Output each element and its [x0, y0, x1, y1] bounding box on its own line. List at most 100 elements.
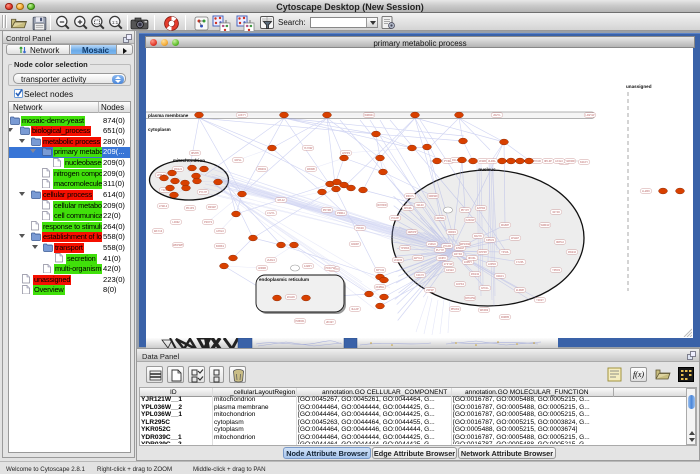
svg-text:23P1P: 23P1P — [426, 288, 434, 292]
svg-text:K01Y0: K01Y0 — [416, 273, 424, 277]
svg-text:32Y03: 32Y03 — [552, 210, 560, 214]
svg-text:021RP: 021RP — [351, 242, 359, 246]
svg-text:0P2PK: 0P2PK — [191, 151, 199, 155]
svg-text:R3KYL: R3KYL — [406, 194, 415, 198]
svg-text:1PL12: 1PL12 — [277, 198, 285, 202]
svg-text:KPY32: KPY32 — [376, 268, 385, 272]
svg-text:endoplasmic reticulum: endoplasmic reticulum — [259, 277, 309, 282]
svg-text:P0YR0: P0YR0 — [323, 208, 332, 212]
svg-text:1R0RK: 1R0RK — [307, 167, 316, 171]
svg-text:L0KYY: L0KYY — [238, 113, 246, 117]
svg-text:PYLYP: PYLYP — [199, 190, 207, 194]
svg-text:R0YRW: R0YRW — [377, 203, 387, 207]
svg-text:1RYK0: 1RYK0 — [454, 252, 463, 256]
svg-text:LP0L3: LP0L3 — [216, 229, 224, 233]
svg-text:K02YK: K02YK — [474, 234, 482, 238]
svg-text:1WKPP: 1WKPP — [407, 230, 416, 234]
svg-text:K21KY: K21KY — [580, 160, 588, 164]
svg-text:WRKR1: WRKR1 — [364, 113, 374, 117]
svg-text:LPPP2: LPPP2 — [342, 151, 351, 155]
svg-text:1:1: 1:1 — [112, 20, 119, 25]
svg-text:1KPK2: 1KPK2 — [456, 282, 465, 286]
svg-text:22PW0: 22PW0 — [477, 206, 486, 210]
svg-text:21RLK: 21RLK — [428, 242, 436, 246]
svg-text:00R33: 00R33 — [448, 230, 456, 234]
svg-text:3LRKL: 3LRKL — [488, 159, 496, 163]
svg-text:mitochondrion: mitochondrion — [173, 158, 205, 163]
svg-text:0W001: 0W001 — [258, 167, 267, 171]
svg-text:0K2RP: 0K2RP — [501, 223, 509, 227]
svg-text:KP033: KP033 — [486, 238, 494, 242]
svg-text:YLY0W: YLY0W — [304, 146, 313, 150]
svg-text:LR2YW: LR2YW — [586, 113, 595, 117]
svg-text:WP1WW: WP1WW — [460, 242, 471, 246]
svg-text:3W132: 3W132 — [471, 272, 480, 276]
svg-text:1Y2PL: 1Y2PL — [516, 260, 524, 264]
svg-text:021R1: 021R1 — [496, 274, 504, 278]
svg-text:WKPWP: WKPWP — [173, 243, 183, 247]
svg-text:KPPRY: KPPRY — [479, 250, 488, 254]
svg-text:0RPL0: 0RPL0 — [556, 240, 564, 244]
svg-text:LW3WL: LW3WL — [435, 216, 445, 220]
svg-text:0W210: 0W210 — [568, 250, 577, 254]
svg-text:W111P: W111P — [511, 236, 519, 240]
svg-text:2K32Y: 2K32Y — [326, 320, 334, 324]
svg-text:0PKRL: 0PKRL — [404, 206, 413, 210]
svg-text:0K0KL: 0K0KL — [468, 256, 476, 260]
svg-text:P33Y3: P33Y3 — [204, 220, 212, 224]
svg-text:L0332: L0332 — [172, 220, 180, 224]
svg-text:PPLW2: PPLW2 — [451, 307, 460, 311]
svg-text:LK3L3: LK3L3 — [555, 159, 563, 163]
svg-text:PR011: PR011 — [337, 211, 345, 215]
svg-text:W0R1R: W0R1R — [540, 223, 549, 227]
svg-text:plasma membrane: plasma membrane — [148, 113, 189, 118]
svg-text:cytoplasm: cytoplasm — [148, 127, 171, 132]
svg-text:YP13L: YP13L — [501, 250, 509, 254]
svg-text:0Y1PP: 0Y1PP — [391, 216, 399, 220]
svg-text:32R0R: 32R0R — [258, 266, 266, 270]
svg-text:PKY0Y: PKY0Y — [461, 208, 470, 212]
svg-text:KPKWW: KPKWW — [465, 296, 476, 300]
svg-text:2KRWL: 2KRWL — [376, 285, 385, 289]
svg-text:YKWYW: YKWYW — [325, 266, 336, 270]
svg-text:2WYLK: 2WYLK — [414, 256, 423, 260]
svg-text:PWKR1: PWKR1 — [295, 319, 305, 323]
svg-text:2LRL3: 2LRL3 — [267, 258, 275, 262]
svg-text:LKW20: LKW20 — [394, 258, 403, 262]
svg-text:YW20W: YW20W — [565, 159, 575, 163]
svg-text:10PRY: 10PRY — [464, 260, 472, 264]
svg-text:K2K0W: K2K0W — [466, 218, 475, 222]
svg-text:Y301Y: Y301Y — [536, 298, 544, 302]
svg-text:103P0: 103P0 — [438, 256, 446, 260]
svg-text:LY2YL: LY2YL — [267, 211, 275, 215]
svg-text:Y0K1K: Y0K1K — [356, 226, 364, 230]
svg-text:K0RK1: K0RK1 — [216, 244, 225, 248]
svg-text:unassigned: unassigned — [626, 84, 652, 89]
svg-text:0PL3P: 0PL3P — [544, 159, 552, 163]
svg-text:LYWL2: LYWL2 — [159, 204, 168, 208]
svg-text:YP0WK: YP0WK — [400, 246, 409, 250]
svg-text:202YL: 202YL — [493, 113, 501, 117]
svg-text:L0PR2: L0PR2 — [488, 262, 496, 266]
svg-text:03RPR: 03RPR — [501, 315, 509, 319]
svg-text:PK1P2: PK1P2 — [186, 206, 195, 210]
svg-text:122RY: 122RY — [304, 264, 312, 268]
svg-text:WK002: WK002 — [480, 308, 489, 312]
svg-text:30WW0: 30WW0 — [428, 194, 438, 198]
svg-text:1Y2YW: 1Y2YW — [444, 262, 453, 266]
svg-text:32L03: 32L03 — [416, 203, 424, 207]
svg-text:1R122: 1R122 — [446, 268, 454, 272]
svg-text:YP003: YP003 — [552, 268, 560, 272]
svg-text:10PLL: 10PLL — [234, 158, 242, 162]
svg-text:2LRRP: 2LRRP — [516, 288, 525, 292]
svg-text:23WLP: 23WLP — [456, 246, 465, 250]
svg-text:1PK1L: 1PK1L — [481, 286, 489, 290]
svg-text:nucleus: nucleus — [478, 167, 496, 172]
svg-text:R331P: R331P — [208, 205, 216, 209]
svg-text:2KLRK: 2KLRK — [287, 295, 295, 299]
svg-text:LL2RK: LL2RK — [642, 189, 650, 193]
svg-text:3YK30: 3YK30 — [533, 159, 541, 163]
svg-text:3LL2P: 3LL2P — [351, 307, 359, 311]
svg-text:WLY13: WLY13 — [154, 229, 163, 233]
svg-text:PLYYP: PLYYP — [436, 248, 444, 252]
